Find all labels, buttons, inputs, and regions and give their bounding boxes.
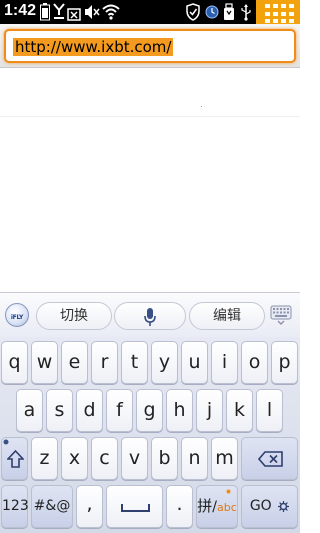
key-e[interactable]: e xyxy=(61,341,88,384)
grid-menu-icon[interactable] xyxy=(256,0,300,24)
shift-icon xyxy=(7,450,24,468)
go-key[interactable]: GO xyxy=(241,485,298,528)
key-f[interactable]: f xyxy=(106,389,133,432)
shield-icon xyxy=(186,3,200,21)
caps-indicator-icon xyxy=(3,439,9,445)
key-l[interactable]: l xyxy=(256,389,283,432)
key-h[interactable]: h xyxy=(166,389,193,432)
url-bar: http://www.ixbt.com/ xyxy=(0,24,300,68)
switch-label: 切换 xyxy=(60,308,88,324)
key-s[interactable]: s xyxy=(46,389,73,432)
shift-key[interactable] xyxy=(1,437,28,480)
backspace-key[interactable] xyxy=(241,437,298,480)
key-w[interactable]: w xyxy=(31,341,58,384)
ifly-logo-text: iFLY xyxy=(10,314,24,321)
wifi-icon xyxy=(102,4,120,20)
key-x[interactable]: x xyxy=(61,437,88,480)
key-j[interactable]: j xyxy=(196,389,223,432)
usb-storage-icon xyxy=(224,3,234,20)
content-divider xyxy=(0,116,300,117)
key-o[interactable]: o xyxy=(241,341,268,384)
web-content[interactable] xyxy=(0,68,300,292)
key-c[interactable]: c xyxy=(91,437,118,480)
language-switch-key[interactable]: 拼/abc xyxy=(196,485,238,528)
microphone-icon xyxy=(144,308,156,326)
key-q[interactable]: q xyxy=(1,341,28,384)
status-clock: 1:42 xyxy=(4,2,37,19)
numbers-key[interactable]: 123 xyxy=(1,485,29,528)
status-bar: 1:42 xyxy=(0,0,300,24)
key-g[interactable]: g xyxy=(136,389,163,432)
soft-keyboard: q w e r t y u i o p a s d f g h j k l z … xyxy=(0,337,300,533)
key-b[interactable]: b xyxy=(151,437,178,480)
key-m[interactable]: m xyxy=(211,437,238,480)
key-comma[interactable]: , xyxy=(76,485,103,528)
symbols-key[interactable]: #&@ xyxy=(31,485,73,528)
signal-y-icon xyxy=(53,3,65,19)
usb-icon xyxy=(241,4,251,21)
space-key[interactable] xyxy=(106,485,163,528)
switch-button[interactable]: 切换 xyxy=(36,302,112,330)
keyboard-hide-icon[interactable] xyxy=(270,305,292,325)
no-sim-icon xyxy=(67,8,81,21)
key-i[interactable]: i xyxy=(211,341,238,384)
key-v[interactable]: v xyxy=(121,437,148,480)
key-t[interactable]: t xyxy=(121,341,148,384)
key-period[interactable]: . xyxy=(166,485,193,528)
key-d[interactable]: d xyxy=(76,389,103,432)
battery-icon xyxy=(40,3,50,21)
key-p[interactable]: p xyxy=(271,341,298,384)
space-icon xyxy=(121,504,150,512)
edit-label: 编辑 xyxy=(213,308,241,324)
key-z[interactable]: z xyxy=(31,437,58,480)
clock-icon xyxy=(205,5,219,19)
ifly-logo-button[interactable]: iFLY xyxy=(5,303,29,327)
voice-input-button[interactable] xyxy=(114,302,186,330)
content-dot xyxy=(201,106,202,107)
key-a[interactable]: a xyxy=(16,389,43,432)
edit-button[interactable]: 编辑 xyxy=(189,302,265,330)
mute-icon xyxy=(85,5,100,19)
key-u[interactable]: u xyxy=(181,341,208,384)
backspace-icon xyxy=(258,451,283,467)
key-y[interactable]: y xyxy=(151,341,178,384)
settings-gear-icon xyxy=(278,500,290,512)
key-n[interactable]: n xyxy=(181,437,208,480)
key-k[interactable]: k xyxy=(226,389,253,432)
key-r[interactable]: r xyxy=(91,341,118,384)
url-text: http://www.ixbt.com/ xyxy=(13,38,174,56)
language-indicator-icon xyxy=(226,489,231,494)
ime-toolbar: iFLY 切换 编辑 xyxy=(0,292,300,337)
url-input[interactable]: http://www.ixbt.com/ xyxy=(4,29,296,63)
